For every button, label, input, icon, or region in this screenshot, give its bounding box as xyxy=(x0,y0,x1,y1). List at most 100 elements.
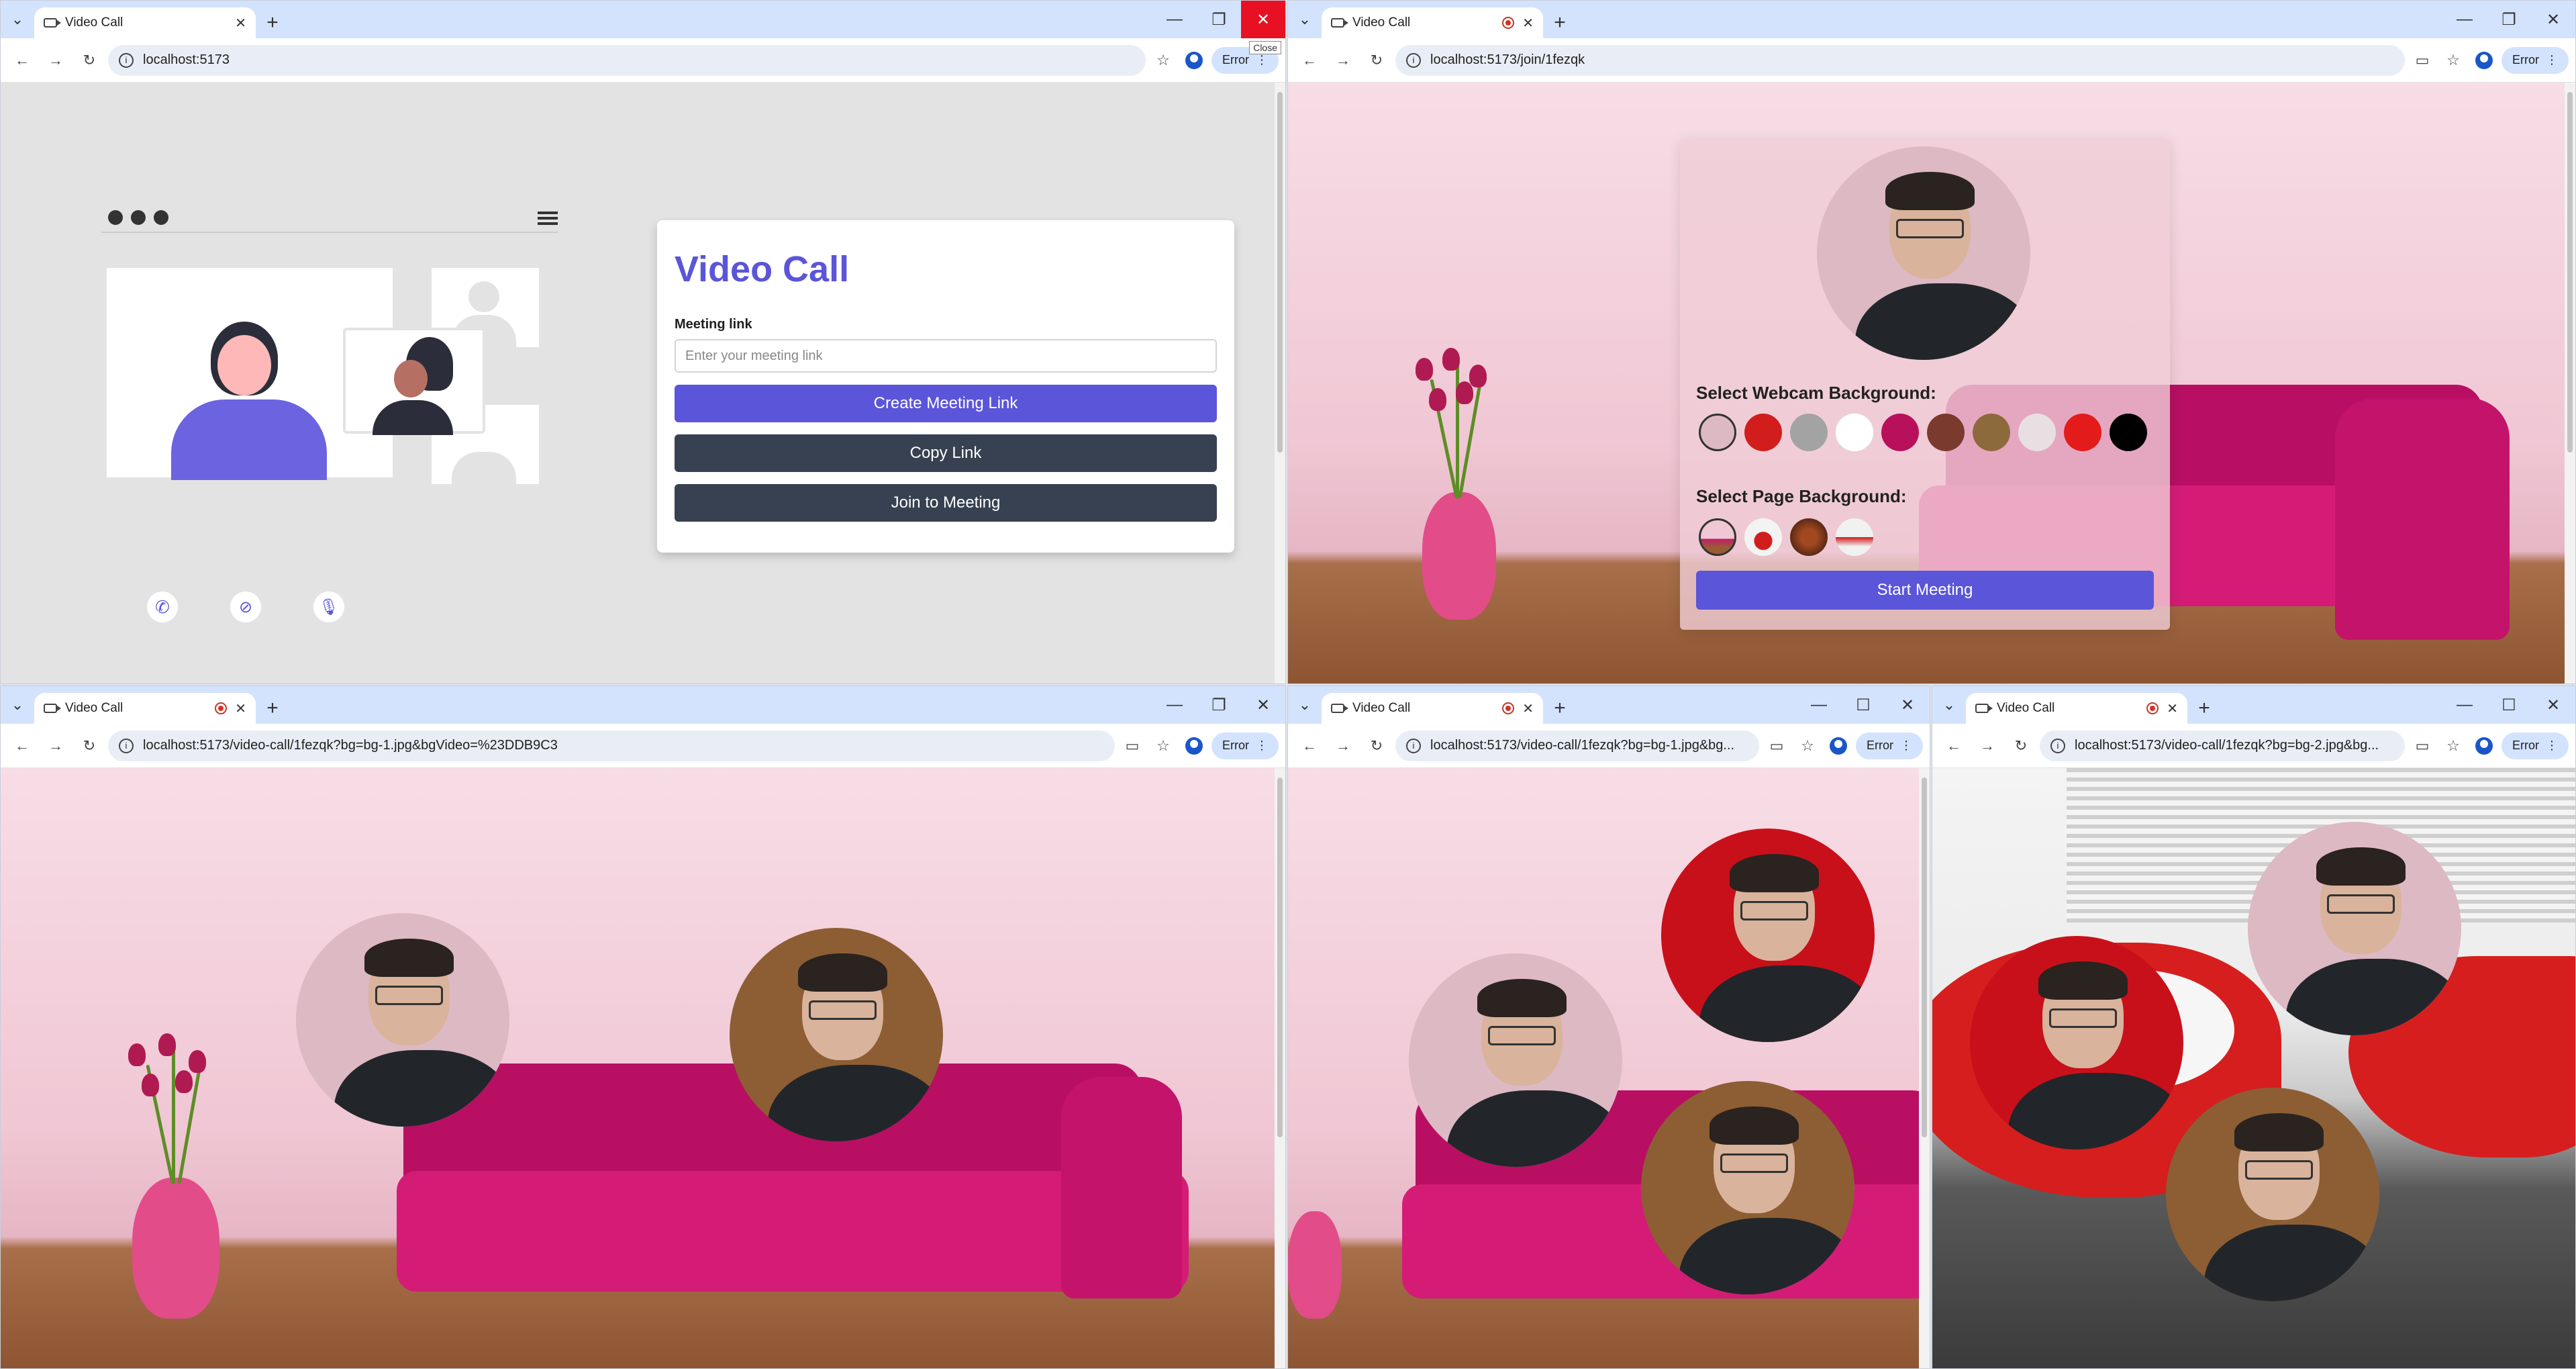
star-icon[interactable]: ☆ xyxy=(2440,47,2467,74)
webcam-color-swatch[interactable] xyxy=(2064,414,2101,451)
close-icon[interactable]: ✕ xyxy=(1522,15,1534,32)
reload-icon[interactable]: ↻ xyxy=(2006,731,2036,761)
profile-icon[interactable] xyxy=(1181,733,1207,759)
address-bar[interactable]: i localhost:5173/video-call/1fezqk?bg=bg… xyxy=(108,730,1115,761)
profile-icon[interactable] xyxy=(1825,733,1852,759)
scrollbar[interactable] xyxy=(1275,768,1285,1368)
camera-icon[interactable]: ▭ xyxy=(1763,733,1790,759)
info-icon[interactable]: i xyxy=(119,52,134,68)
plus-icon[interactable]: + xyxy=(256,7,289,38)
close-icon[interactable]: ✕ xyxy=(1885,686,1930,724)
browser-tab[interactable]: Video Call ✕ xyxy=(34,693,256,724)
info-icon[interactable]: i xyxy=(119,738,134,753)
reload-icon[interactable]: ↻ xyxy=(1362,731,1391,761)
scrollbar[interactable] xyxy=(1919,768,1930,1368)
plus-icon[interactable]: + xyxy=(2187,693,2221,724)
maximize-icon[interactable]: ❐ xyxy=(2487,1,2531,38)
star-icon[interactable]: ☆ xyxy=(1794,733,1821,759)
webcam-color-swatch[interactable] xyxy=(2110,414,2147,451)
webcam-color-swatch[interactable] xyxy=(1881,414,1919,451)
address-bar[interactable]: i localhost:5173/video-call/1fezqk?bg=bg… xyxy=(2040,730,2405,761)
reload-icon[interactable]: ↻ xyxy=(1362,46,1391,75)
close-icon[interactable]: ✕ xyxy=(235,700,246,717)
camera-icon[interactable]: ▭ xyxy=(2409,47,2436,74)
address-bar[interactable]: i localhost:5173 xyxy=(108,44,1146,76)
meeting-link-input[interactable]: Enter your meeting link xyxy=(675,339,1217,373)
camera-icon[interactable]: ▭ xyxy=(2409,733,2436,759)
create-meeting-link-button[interactable]: Create Meeting Link xyxy=(675,385,1217,422)
back-icon[interactable]: ← xyxy=(1295,46,1324,75)
webcam-color-swatch[interactable] xyxy=(1699,414,1736,451)
webcam-color-swatch[interactable] xyxy=(1973,414,2010,451)
close-icon[interactable]: ✕ xyxy=(2167,700,2178,717)
address-bar[interactable]: i localhost:5173/join/1fezqk xyxy=(1395,44,2405,76)
star-icon[interactable]: ☆ xyxy=(1150,733,1177,759)
maximize-icon[interactable]: ☐ xyxy=(1841,686,1885,724)
star-icon[interactable]: ☆ xyxy=(2440,733,2467,759)
minimize-icon[interactable]: — xyxy=(1152,1,1197,38)
page-bg-option-4[interactable] xyxy=(1836,518,1873,556)
start-meeting-button[interactable]: Start Meeting xyxy=(1696,571,2154,610)
close-icon[interactable]: ✕ xyxy=(235,15,246,32)
browser-tab[interactable]: Video Call ✕ xyxy=(1322,693,1543,724)
error-button[interactable]: Error ⋮ xyxy=(1211,732,1279,759)
forward-icon[interactable]: → xyxy=(41,46,70,75)
browser-tab[interactable]: Video Call ✕ xyxy=(34,7,256,38)
error-button[interactable]: Error ⋮ xyxy=(1856,732,1923,759)
camera-icon[interactable]: ▭ xyxy=(1119,733,1146,759)
maximize-icon[interactable]: ☐ xyxy=(2487,686,2531,724)
tab-menu-icon[interactable]: ⌄ xyxy=(1,686,34,724)
info-icon[interactable]: i xyxy=(1406,52,1421,68)
close-icon[interactable]: ✕ xyxy=(2531,1,2575,38)
close-icon[interactable]: ✕ xyxy=(1522,700,1534,717)
error-button[interactable]: Error ⋮ xyxy=(2501,732,2569,759)
profile-icon[interactable] xyxy=(2471,733,2497,759)
browser-tab[interactable]: Video Call ✕ xyxy=(1322,7,1543,38)
minimize-icon[interactable]: — xyxy=(1152,686,1197,724)
close-icon[interactable]: ✕ xyxy=(1241,686,1285,724)
join-meeting-button[interactable]: Join to Meeting xyxy=(675,484,1217,522)
tab-menu-icon[interactable]: ⌄ xyxy=(1932,686,1966,724)
back-icon[interactable]: ← xyxy=(7,731,37,761)
reload-icon[interactable]: ↻ xyxy=(75,731,104,761)
star-icon[interactable]: ☆ xyxy=(1150,47,1177,74)
webcam-color-swatch[interactable] xyxy=(1744,414,1782,451)
webcam-color-swatch[interactable] xyxy=(2018,414,2056,451)
page-bg-option-3[interactable] xyxy=(1790,518,1828,556)
forward-icon[interactable]: → xyxy=(41,731,70,761)
back-icon[interactable]: ← xyxy=(1939,731,1969,761)
tab-menu-icon[interactable]: ⌄ xyxy=(1288,686,1322,724)
plus-icon[interactable]: + xyxy=(1543,693,1577,724)
profile-icon[interactable] xyxy=(2471,47,2497,74)
reload-icon[interactable]: ↻ xyxy=(75,46,104,75)
webcam-color-swatch[interactable] xyxy=(1927,414,1965,451)
page-bg-option-1[interactable] xyxy=(1699,518,1736,556)
copy-link-button[interactable]: Copy Link xyxy=(675,434,1217,472)
info-icon[interactable]: i xyxy=(1406,738,1421,753)
plus-icon[interactable]: + xyxy=(256,693,289,724)
maximize-icon[interactable]: ❐ xyxy=(1197,1,1241,38)
page-bg-option-2[interactable] xyxy=(1744,518,1782,556)
minimize-icon[interactable]: — xyxy=(2442,686,2487,724)
tab-menu-icon[interactable]: ⌄ xyxy=(1,1,34,38)
webcam-color-swatch[interactable] xyxy=(1790,414,1828,451)
plus-icon[interactable]: + xyxy=(1543,7,1577,38)
profile-icon[interactable] xyxy=(1181,47,1207,74)
error-button[interactable]: Error ⋮ xyxy=(2501,46,2569,74)
info-icon[interactable]: i xyxy=(2050,738,2065,753)
maximize-icon[interactable]: ❐ xyxy=(1197,686,1241,724)
browser-tab[interactable]: Video Call ✕ xyxy=(1966,693,2187,724)
back-icon[interactable]: ← xyxy=(7,46,37,75)
address-bar[interactable]: i localhost:5173/video-call/1fezqk?bg=bg… xyxy=(1395,730,1759,761)
tab-menu-icon[interactable]: ⌄ xyxy=(1288,1,1322,38)
minimize-icon[interactable]: — xyxy=(1797,686,1841,724)
forward-icon[interactable]: → xyxy=(1973,731,2002,761)
close-icon[interactable]: ✕ xyxy=(2531,686,2575,724)
scrollbar[interactable] xyxy=(1275,83,1285,683)
forward-icon[interactable]: → xyxy=(1328,46,1358,75)
minimize-icon[interactable]: — xyxy=(2442,1,2487,38)
back-icon[interactable]: ← xyxy=(1295,731,1324,761)
scrollbar[interactable] xyxy=(2565,83,2575,683)
webcam-color-swatch[interactable] xyxy=(1836,414,1873,451)
forward-icon[interactable]: → xyxy=(1328,731,1358,761)
